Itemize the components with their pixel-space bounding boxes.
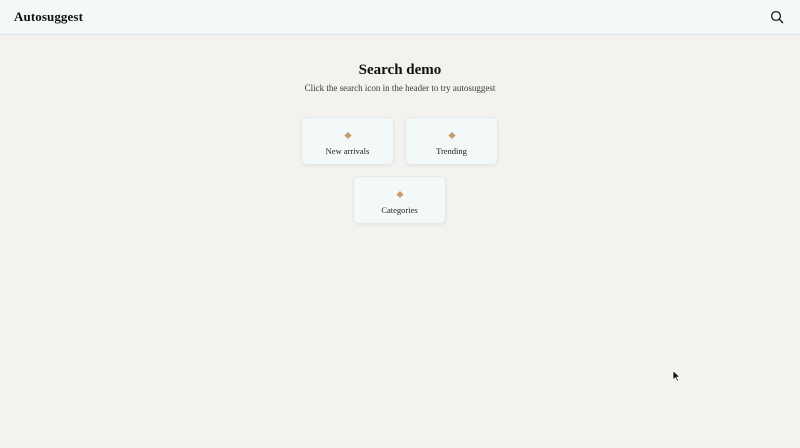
diamond-icon: [395, 190, 404, 199]
card-label: Trending: [436, 146, 467, 156]
app-header: Autosuggest: [0, 0, 800, 35]
main-content: Search demo Click the search icon in the…: [0, 35, 800, 224]
quick-links: New arrivals Trending Categories: [0, 117, 800, 237]
page-title: Search demo: [358, 62, 442, 78]
card-categories[interactable]: Categories: [353, 176, 446, 224]
search-icon[interactable]: [770, 10, 784, 24]
card-label: New arrivals: [325, 146, 370, 156]
search-button[interactable]: [770, 10, 784, 24]
brand-title[interactable]: Autosuggest: [14, 9, 83, 25]
card-trending[interactable]: Trending: [405, 117, 498, 165]
mouse-cursor: [672, 369, 682, 383]
card-new-arrivals[interactable]: New arrivals: [301, 117, 394, 165]
page-subtitle: Click the search icon in the header to t…: [304, 83, 496, 93]
card-label: Categories: [381, 205, 418, 215]
diamond-icon: [447, 131, 456, 140]
diamond-icon: [343, 131, 352, 140]
